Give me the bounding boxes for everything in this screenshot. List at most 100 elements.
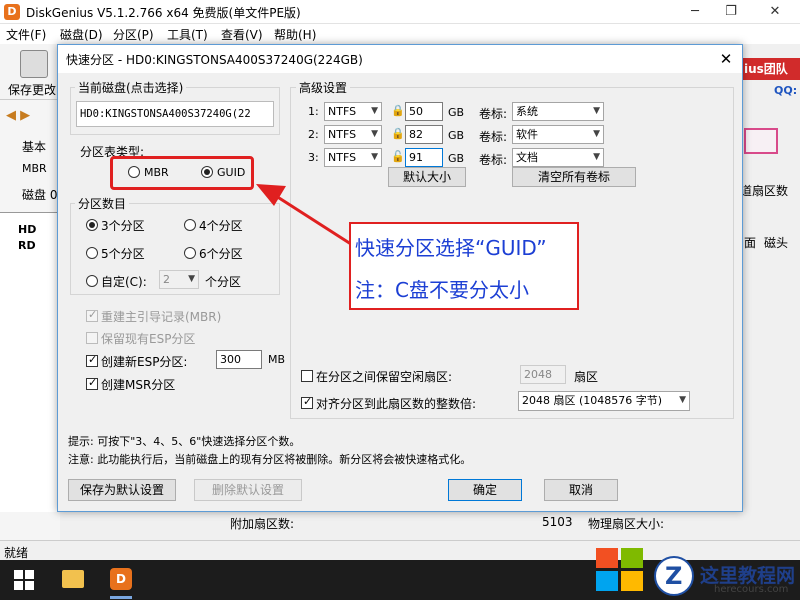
minimize-icon[interactable]: ─ — [680, 2, 710, 22]
save-changes-button[interactable]: 保存更改 — [8, 81, 56, 98]
row1-fs-select[interactable]: NTFS ▼ — [324, 102, 382, 121]
radio-6-circle[interactable] — [184, 246, 196, 259]
radio-3-circle[interactable] — [86, 218, 98, 231]
create-msr-check[interactable] — [86, 376, 98, 390]
row1-volume-select[interactable]: 系统 ▼ — [512, 102, 604, 121]
chevron-down-icon: ▼ — [593, 106, 600, 116]
reserve-free-label: 在分区之间保留空闲扇区: — [316, 370, 453, 384]
cancel-button[interactable]: 取消 — [544, 479, 618, 501]
create-esp-label: 创建新ESP分区: — [101, 355, 188, 369]
row1-volume-value: 系统 — [516, 105, 538, 118]
lock-icon[interactable]: 🔒 — [391, 127, 405, 140]
annotation-arrow-icon — [256, 184, 355, 248]
chevron-down-icon: ▼ — [371, 106, 378, 116]
windows-start-icon[interactable] — [14, 570, 34, 590]
row2-index: 2: — [308, 128, 319, 141]
current-disk-selector[interactable]: HD0:KINGSTONSA400S37240G(22 — [76, 101, 274, 127]
windows-logo-watermark — [596, 548, 644, 592]
radio-3-partitions[interactable] — [86, 217, 98, 231]
row2-volume-label-text: 卷标: — [479, 130, 508, 144]
lock-icon[interactable]: 🔒 — [391, 104, 405, 117]
menu-disk[interactable]: 磁盘(D) — [60, 26, 103, 43]
qq-label: QQ: — [774, 84, 798, 97]
row1-size-input[interactable]: 50 — [405, 102, 443, 121]
radio-5-circle[interactable] — [86, 246, 98, 259]
delete-default-button[interactable]: 删除默认设置 — [194, 479, 302, 501]
radio-4-circle[interactable] — [184, 218, 196, 231]
radio-custom[interactable] — [86, 273, 98, 287]
chevron-down-icon: ▼ — [593, 129, 600, 139]
reserve-free-input[interactable]: 2048 — [520, 365, 566, 384]
status-text: 就绪 — [4, 546, 29, 560]
ok-button[interactable]: 确定 — [448, 479, 522, 501]
chevron-down-icon: ▼ — [371, 152, 378, 162]
reserve-free-unit: 扇区 — [574, 370, 599, 384]
menu-file[interactable]: 文件(F) — [6, 26, 46, 43]
row1-fs-value: NTFS — [328, 105, 357, 118]
align-select[interactable]: 2048 扇区 (1048576 字节) ▼ — [518, 391, 690, 411]
create-msr-checkbox[interactable] — [86, 376, 98, 390]
save-changes-icon[interactable] — [20, 50, 48, 78]
diskgenius-taskbar-icon[interactable]: D — [110, 568, 132, 590]
menu-partition[interactable]: 分区(P) — [113, 26, 154, 43]
reserve-free-checkbox[interactable] — [301, 368, 313, 382]
unlock-icon[interactable]: 🔓 — [391, 150, 405, 163]
chevron-down-icon: ▼ — [188, 274, 195, 284]
row2-size-unit: GB — [448, 129, 465, 142]
custom-count-select[interactable]: 2 ▼ — [159, 270, 199, 289]
radio-4-label[interactable]: 4个分区 — [199, 217, 243, 234]
file-explorer-icon[interactable] — [62, 570, 84, 588]
maximize-icon[interactable]: ❐ — [716, 2, 746, 22]
annotation-line1: 快速分区选择“GUID” — [355, 236, 547, 260]
menu-tools[interactable]: 工具(T) — [167, 26, 208, 43]
tree-item-hd[interactable]: HD — [18, 223, 36, 236]
radio-6-label[interactable]: 6个分区 — [199, 245, 243, 262]
align-checkbox[interactable] — [301, 395, 313, 409]
close-icon[interactable]: ✕ — [760, 2, 790, 22]
dialog-close-icon[interactable]: ✕ — [716, 49, 736, 69]
tree-item-rd[interactable]: RD — [18, 239, 36, 252]
rebuild-mbr-label: 重建主引导记录(MBR) — [101, 310, 222, 324]
rebuild-mbr-check[interactable] — [86, 308, 98, 322]
site-logo-icon: Z — [654, 556, 694, 596]
row2-volume-value: 软件 — [516, 128, 538, 141]
site-url-watermark: herecours.com — [714, 584, 789, 595]
row3-size-unit: GB — [448, 152, 465, 165]
align-check[interactable] — [301, 395, 313, 409]
create-esp-check[interactable] — [86, 353, 98, 367]
rebuild-mbr-checkbox[interactable] — [86, 308, 98, 322]
active-app-indicator — [110, 596, 132, 599]
menu-help[interactable]: 帮助(H) — [274, 26, 316, 43]
radio-custom-label[interactable]: 自定(C): — [101, 273, 147, 290]
nav-arrows-icon[interactable]: ◀ ▶ — [6, 108, 30, 123]
reserve-free-check[interactable] — [301, 369, 313, 382]
save-default-button[interactable]: 保存为默认设置 — [68, 479, 176, 501]
align-label: 对齐分区到此扇区数的整数倍: — [316, 397, 477, 411]
row2-volume-select[interactable]: 软件 ▼ — [512, 125, 604, 144]
row3-size-input[interactable]: 91 — [405, 148, 443, 167]
radio-custom-circle[interactable] — [86, 274, 98, 287]
keep-esp-check[interactable] — [86, 331, 98, 344]
esp-size-input[interactable]: 300 — [216, 350, 262, 369]
clear-labels-button[interactable]: 清空所有卷标 — [512, 167, 636, 187]
default-size-button[interactable]: 默认大小 — [388, 167, 466, 187]
hint-shortcut: 提示: 可按下"3、4、5、6"快速选择分区个数。 — [68, 435, 301, 448]
row3-volume-select[interactable]: 文档 ▼ — [512, 148, 604, 167]
radio-5-partitions[interactable] — [86, 245, 98, 259]
align-value: 2048 扇区 (1048576 字节) — [522, 394, 663, 407]
row2-fs-select[interactable]: NTFS ▼ — [324, 125, 382, 144]
radio-3-label[interactable]: 3个分区 — [101, 217, 145, 234]
radio-6-partitions[interactable] — [184, 245, 196, 259]
radio-4-partitions[interactable] — [184, 217, 196, 231]
row3-volume-value: 文档 — [516, 151, 538, 164]
radio-5-label[interactable]: 5个分区 — [101, 245, 145, 262]
physical-sector-size-label: 物理扇区大小: — [588, 517, 665, 531]
keep-esp-checkbox[interactable] — [86, 330, 98, 344]
esp-size-unit: MB — [268, 353, 286, 366]
sector-count-label: 道扇区数 — [740, 184, 789, 198]
row2-size-input[interactable]: 82 — [405, 125, 443, 144]
row3-fs-select[interactable]: NTFS ▼ — [324, 148, 382, 167]
chevron-down-icon: ▼ — [371, 129, 378, 139]
create-esp-checkbox[interactable] — [86, 353, 98, 367]
menu-view[interactable]: 查看(V) — [221, 26, 263, 43]
